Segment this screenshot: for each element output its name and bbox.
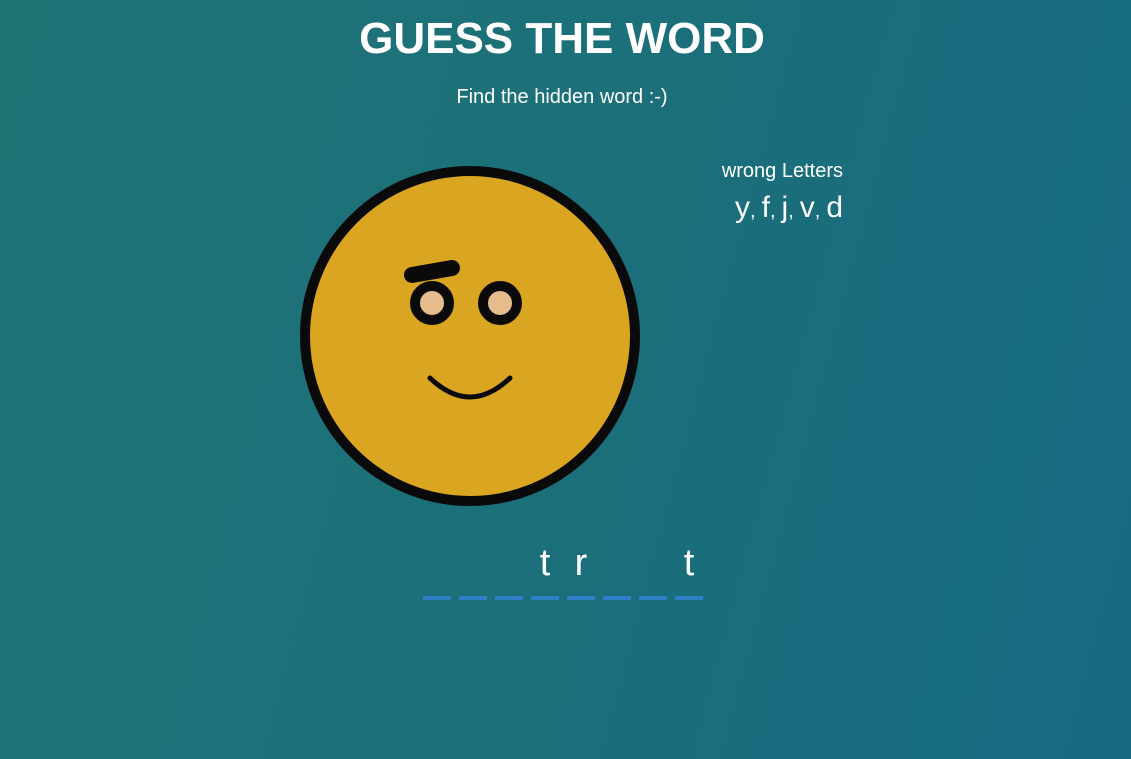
wrong-letter: v [799, 191, 815, 224]
wrong-letters-list: y, f, j, v, d [722, 191, 843, 225]
face-circle [300, 166, 640, 506]
wrong-letters-label: wrong Letters [721, 160, 843, 182]
slot-dash [603, 596, 631, 600]
slot-dash [531, 596, 559, 600]
letter-separator: , [788, 200, 794, 222]
eyebrow [404, 260, 460, 283]
letter-slot [495, 540, 523, 600]
right-eye [478, 281, 522, 325]
letter-slot: r [567, 540, 595, 600]
letter-slot [603, 540, 631, 600]
slot-dash [639, 596, 667, 600]
slot-letter: r [574, 542, 588, 584]
letter-slot [459, 540, 487, 600]
game-title: GUESS THE WORD [359, 14, 765, 63]
wrong-letter: f [761, 191, 770, 224]
left-eye [410, 281, 454, 325]
wrong-letter: y [735, 191, 751, 224]
game-subtitle: Find the hidden word :-) [456, 86, 668, 108]
slot-dash [495, 596, 523, 600]
hidden-word: trt [423, 540, 703, 600]
slot-dash [675, 596, 703, 600]
slot-letter: t [539, 542, 551, 584]
smiley-face-svg [300, 166, 640, 506]
slot-letter: t [683, 542, 695, 584]
letter-separator: , [769, 200, 776, 222]
wrong-letters-panel: wrong Letters y, f, j, v, d [722, 160, 843, 225]
slot-dash [423, 596, 451, 600]
wrong-letter: d [826, 191, 843, 224]
letter-slot [639, 540, 667, 600]
slot-dash [567, 596, 595, 600]
slot-dash [459, 596, 487, 600]
letter-separator: , [750, 200, 756, 222]
smiley-face [298, 164, 642, 508]
letter-separator: , [814, 200, 821, 222]
letter-slot: t [531, 540, 559, 600]
letter-slot [423, 540, 451, 600]
letter-slot: t [675, 540, 703, 600]
